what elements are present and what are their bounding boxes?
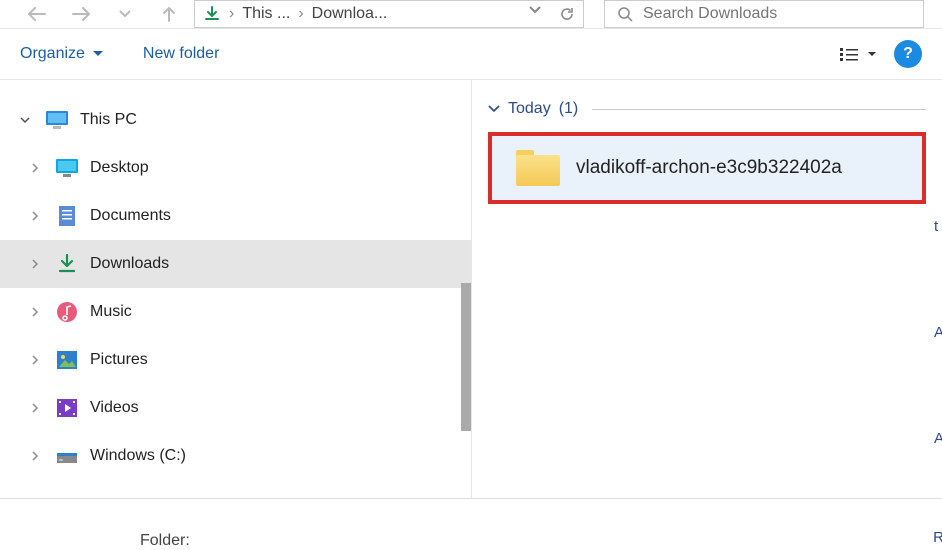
folder-field-label: Folder:: [140, 518, 198, 550]
chevron-right-icon: [26, 259, 44, 269]
tree-item-desktop[interactable]: Desktop: [0, 144, 471, 192]
forward-button[interactable]: [62, 0, 100, 28]
address-segment[interactable]: This ...: [242, 5, 290, 23]
refresh-button[interactable]: [559, 6, 575, 22]
chevron-right-icon: [26, 211, 44, 221]
tree-item-label: Downloads: [90, 255, 169, 273]
downloads-icon: [54, 251, 80, 277]
file-item[interactable]: vladikoff-archon-e3c9b322402a: [488, 132, 926, 204]
scrollbar-thumb[interactable]: [461, 283, 471, 431]
chevron-down-icon: [93, 51, 103, 57]
chevron-right-icon: ›: [298, 5, 303, 23]
edge-fragment: R: [933, 529, 942, 546]
this-pc-icon: [44, 107, 70, 133]
tree-item-label: Videos: [90, 399, 139, 417]
bottom-bar: Folder:: [0, 498, 942, 550]
organize-label: Organize: [20, 45, 85, 63]
pictures-icon: [54, 347, 80, 373]
tree-item-drive-c[interactable]: Windows (C:): [0, 432, 471, 480]
search-input[interactable]: [643, 5, 911, 23]
group-separator: [592, 109, 926, 110]
tree-item-label: This PC: [80, 111, 137, 129]
chevron-right-icon: [26, 403, 44, 413]
main-area: This PC Desktop Documents Downloads: [0, 80, 942, 498]
recent-locations-button[interactable]: [106, 0, 144, 28]
up-button[interactable]: [150, 0, 188, 28]
tree-item-this-pc[interactable]: This PC: [0, 96, 471, 144]
chevron-down-icon: [868, 52, 876, 57]
chevron-right-icon: [26, 307, 44, 317]
chevron-down-icon: [16, 117, 34, 123]
documents-icon: [54, 203, 80, 229]
back-button[interactable]: [18, 0, 56, 28]
address-history-dropdown[interactable]: [529, 6, 541, 22]
command-bar: Organize New folder ?: [0, 28, 942, 80]
tree-item-label: Desktop: [90, 159, 149, 177]
drive-icon: [54, 443, 80, 469]
tree-item-label: Documents: [90, 207, 171, 225]
group-label: Today: [508, 100, 551, 118]
chevron-right-icon: [26, 163, 44, 173]
top-navigation: › This ... › Downloa...: [0, 0, 942, 28]
edge-fragment: tAA: [934, 174, 942, 492]
tree-item-downloads[interactable]: Downloads: [0, 240, 471, 288]
content-pane[interactable]: Today (1) vladikoff-archon-e3c9b322402a: [472, 80, 942, 498]
chevron-right-icon: [26, 355, 44, 365]
tree-item-label: Windows (C:): [90, 447, 186, 465]
address-segment[interactable]: Downloa...: [312, 5, 388, 23]
videos-icon: [54, 395, 80, 421]
group-count: (1): [559, 100, 579, 118]
file-name: vladikoff-archon-e3c9b322402a: [576, 157, 842, 179]
navigation-pane: This PC Desktop Documents Downloads: [0, 80, 472, 498]
tree-item-label: Music: [90, 303, 132, 321]
tree-item-pictures[interactable]: Pictures: [0, 336, 471, 384]
chevron-right-icon: ›: [229, 5, 234, 23]
chevron-down-icon: [488, 105, 500, 113]
tree-item-music[interactable]: Music: [0, 288, 471, 336]
group-header[interactable]: Today (1): [488, 100, 926, 118]
search-box[interactable]: [604, 0, 924, 28]
downloads-location-icon: [203, 5, 221, 23]
search-icon: [617, 6, 633, 22]
address-bar[interactable]: › This ... › Downloa...: [194, 0, 584, 28]
help-button[interactable]: ?: [894, 40, 922, 68]
music-icon: [54, 299, 80, 325]
tree-item-videos[interactable]: Videos: [0, 384, 471, 432]
new-folder-label: New folder: [143, 45, 219, 63]
desktop-icon: [54, 155, 80, 181]
chevron-right-icon: [26, 451, 44, 461]
tree-item-label: Pictures: [90, 351, 148, 369]
folder-icon: [516, 150, 560, 186]
view-options-button[interactable]: [840, 47, 876, 61]
tree-item-documents[interactable]: Documents: [0, 192, 471, 240]
organize-menu[interactable]: Organize: [20, 45, 103, 63]
new-folder-button[interactable]: New folder: [143, 45, 219, 63]
